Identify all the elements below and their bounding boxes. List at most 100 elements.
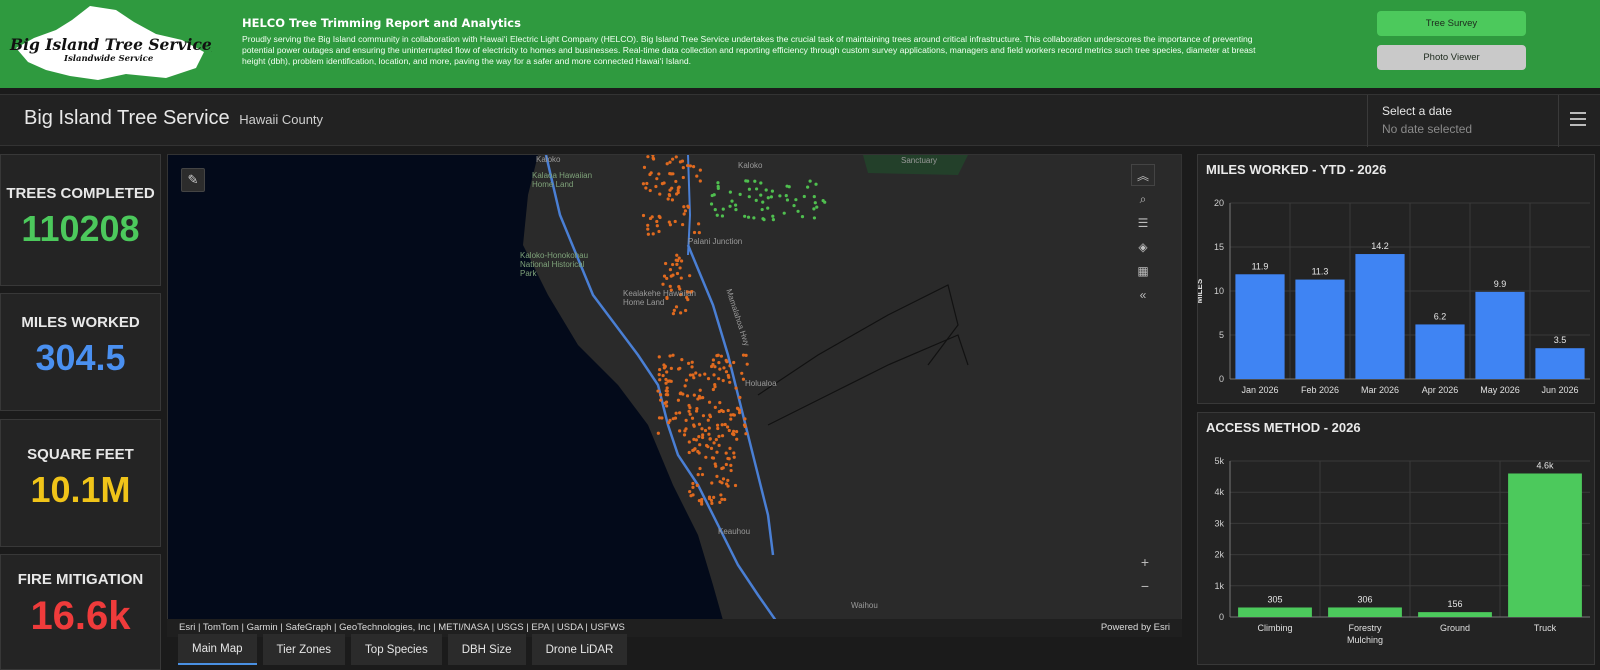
tab-tier-zones[interactable]: Tier Zones [262,634,346,665]
tab-main-map[interactable]: Main Map [178,634,257,665]
survey-point [737,411,742,415]
x-tick-label: Mulching [1347,635,1383,645]
survey-point [733,483,738,488]
survey-point [684,418,688,422]
survey-point [728,204,732,208]
survey-point [668,418,672,422]
survey-point [688,164,693,168]
survey-point [706,418,710,422]
tab-top-species[interactable]: Top Species [351,634,442,665]
bar-value-label: 6.2 [1434,311,1447,321]
survey-point [704,455,708,459]
survey-point [688,274,692,278]
date-selector-value: No date selected [1382,122,1473,136]
survey-point [656,389,660,393]
photo-viewer-button[interactable]: Photo Viewer [1377,45,1526,70]
survey-point [766,196,770,200]
survey-point [661,373,665,378]
map-label: Waihou [851,601,878,610]
survey-point [784,194,788,198]
collapse-icon[interactable]: ︽ [1131,164,1155,186]
survey-point [721,378,725,383]
access-method-chart-panel: ACCESS METHOD - 2026 0 1k 2k 3k 4k 5k 305 Climb… [1197,412,1595,665]
magic-wand-icon[interactable]: ✎ [181,168,205,192]
survey-point [735,430,739,434]
date-selector-label: Select a date [1382,104,1453,118]
survey-point [676,190,680,195]
bar-value-label: 11.3 [1312,267,1329,277]
survey-point [813,201,817,205]
date-selector[interactable]: Select a date No date selected [1367,95,1559,147]
survey-point [655,219,659,224]
survey-point [678,366,682,370]
survey-point [655,224,659,228]
survey-point [694,371,698,375]
qr-icon[interactable]: ▦ [1131,260,1155,282]
powered-by-esri[interactable]: Powered by Esri [1101,622,1170,633]
layers-icon[interactable]: ◈ [1131,236,1155,258]
survey-point [718,500,722,504]
survey-point [681,166,685,170]
survey-point [697,230,701,235]
survey-point [691,448,695,453]
tab-drone-lidar[interactable]: Drone LiDAR [531,634,628,665]
survey-point [717,443,721,447]
survey-point [665,404,669,408]
survey-point [752,216,756,220]
survey-point [674,155,678,159]
company-logo: Big Island Tree Service, Inc. Islandwide… [9,6,212,80]
map-canvas[interactable] [168,155,1182,637]
chevrons-left-icon[interactable]: « [1131,284,1155,306]
y-tick-label: 3k [1214,518,1224,528]
survey-point [688,412,692,416]
zoom-in-button[interactable]: + [1135,552,1155,572]
x-tick-label: Feb 2026 [1301,385,1339,395]
survey-point [726,478,730,482]
survey-point [648,188,652,193]
survey-point [787,185,791,189]
survey-point [684,308,688,313]
survey-point [734,386,738,390]
map-label: Holualoa [745,379,777,388]
survey-point [675,262,679,266]
bar [1535,348,1585,379]
survey-point [658,378,662,382]
survey-point [669,172,673,176]
survey-point [696,473,700,477]
x-tick-label: Forestry [1348,623,1382,633]
survey-point [654,184,658,189]
survey-point [644,186,648,190]
tab-dbh-size[interactable]: DBH Size [447,634,526,665]
survey-point [713,462,717,466]
bar [1415,324,1465,379]
survey-point [641,182,646,186]
survey-point [715,450,719,454]
survey-point [778,194,782,198]
survey-point [745,362,749,366]
survey-point [679,259,684,263]
map-view[interactable]: Kaloko Kaloko Sanctuary Kalaoa Hawaiian … [167,154,1182,637]
survey-point [662,366,666,370]
hamburger-menu-icon[interactable] [1570,112,1586,128]
app-title: Big Island Tree Service Hawaii County [24,107,323,130]
attribution-text: Esri | TomTom | Garmin | SafeGraph | Geo… [179,622,625,633]
survey-point [720,497,724,501]
survey-point [812,216,817,220]
survey-point [678,266,682,270]
survey-point [665,386,669,390]
survey-point [760,207,764,212]
survey-point [662,363,666,367]
list-icon[interactable]: ☰ [1131,212,1155,234]
search-icon[interactable]: ⌕ [1131,188,1155,210]
survey-point [671,353,675,357]
kpi-trees-completed: TREES COMPLETED 110208 [0,154,161,286]
survey-point [703,428,708,433]
survey-point [700,502,704,506]
survey-point [770,189,775,193]
survey-point [657,214,661,218]
zoom-out-button[interactable]: − [1135,576,1155,596]
survey-point [679,276,683,280]
tree-survey-button[interactable]: Tree Survey [1377,11,1526,36]
survey-point [667,193,671,197]
survey-point [673,416,678,420]
